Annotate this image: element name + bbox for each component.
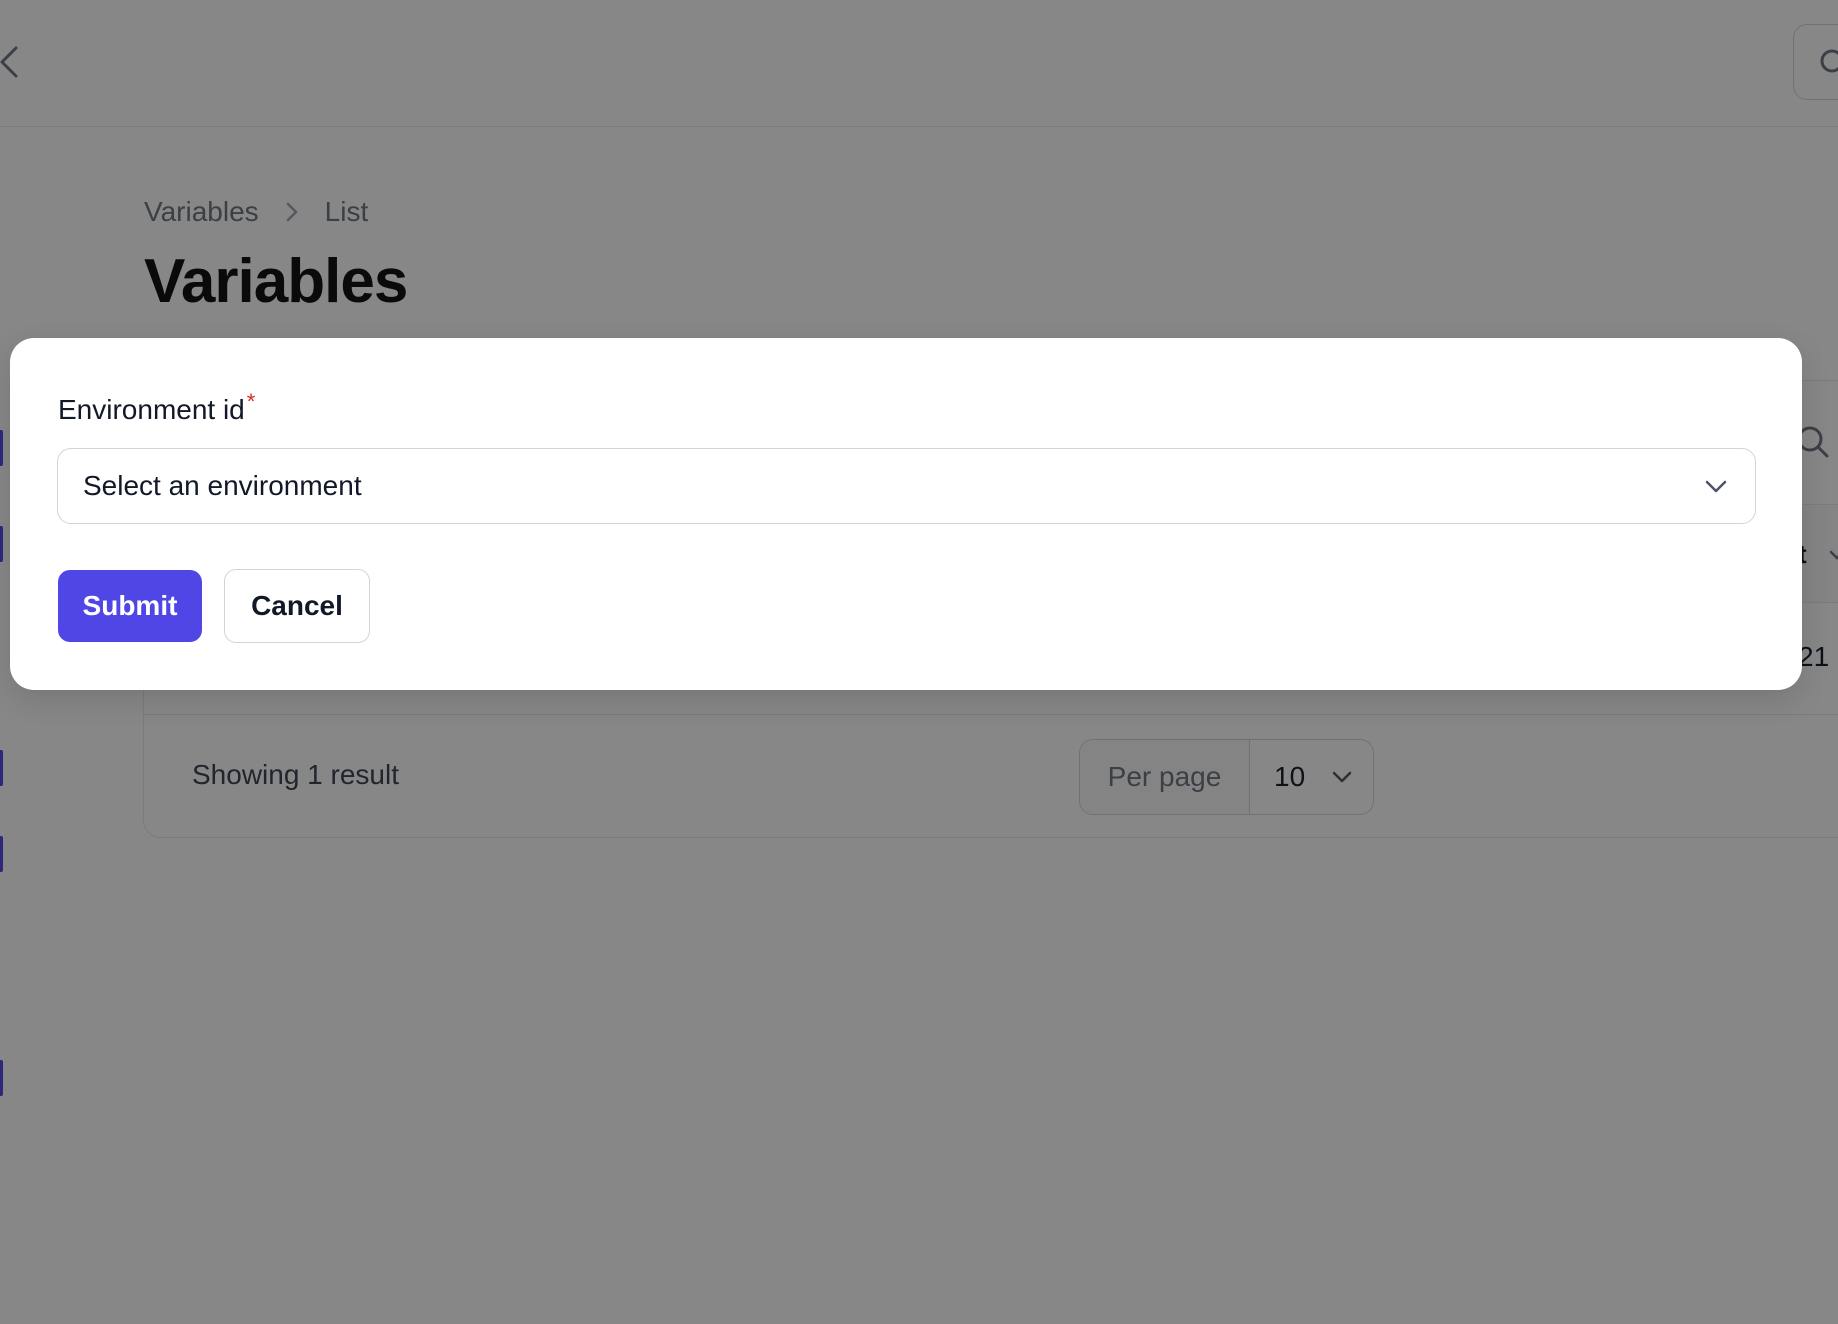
field-label-text: Environment id — [58, 394, 245, 425]
required-indicator: * — [246, 389, 256, 414]
environment-select[interactable]: Select an environment — [57, 448, 1756, 524]
select-placeholder: Select an environment — [83, 470, 362, 501]
submit-button[interactable]: Submit — [58, 570, 202, 642]
environment-id-label: Environment id* — [58, 389, 255, 426]
variables-list-page: Variables List Variables t 21 Showing 1 … — [0, 0, 1838, 1324]
select-environment-modal: Environment id* Select an environment Su… — [10, 338, 1802, 690]
cancel-button[interactable]: Cancel — [224, 569, 370, 643]
chevron-down-icon — [1705, 480, 1727, 493]
